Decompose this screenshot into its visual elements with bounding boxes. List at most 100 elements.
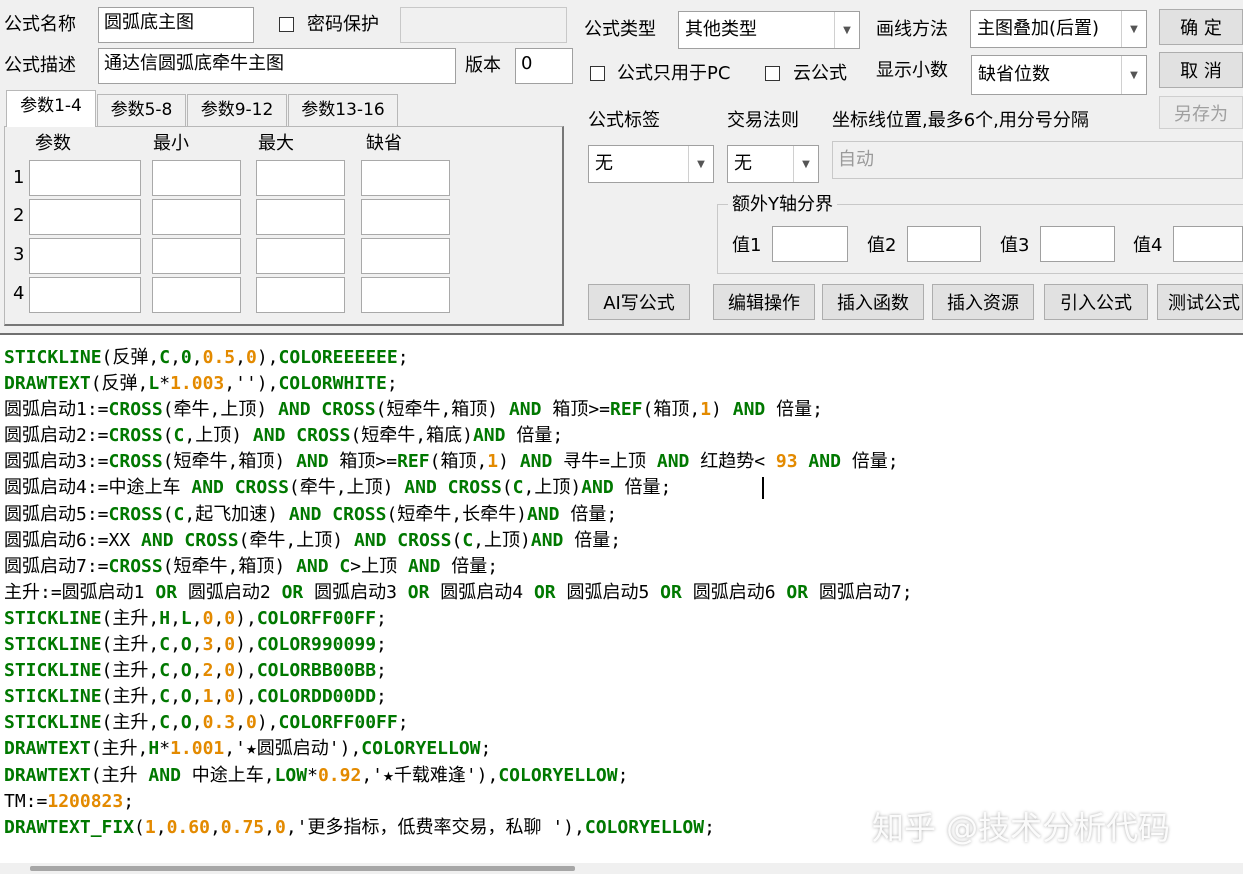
version-input[interactable]: 0 [515, 48, 573, 84]
code-line[interactable]: STICKLINE(主升,C,O,2,0),COLORBB00BB; [4, 658, 913, 684]
code-line[interactable]: 圆弧启动7:=CROSS(短牵牛,箱顶) AND C>上顶 AND 倍量; [4, 554, 913, 580]
tab-params-5-8[interactable]: 参数5-8 [97, 94, 186, 126]
param-3-default-input[interactable] [361, 238, 450, 274]
code-text-segment: , [191, 660, 203, 682]
param-2-max-input[interactable] [256, 199, 345, 235]
code-text-segment: * [159, 373, 171, 395]
import-formula-button[interactable]: 引入公式 [1044, 284, 1148, 320]
edit-operations-button[interactable]: 编辑操作 [713, 284, 815, 320]
code-line[interactable]: DRAWTEXT_FIX(1,0.60,0.75,0,'更多指标，低费率交易，私… [4, 815, 913, 841]
save-as-button[interactable]: 另存为 [1159, 96, 1243, 129]
code-line[interactable]: TM:=1200823; [4, 789, 913, 815]
code-text-segment: ,起飞加速) [184, 503, 289, 525]
code-text[interactable]: STICKLINE(反弹,C,0,0.5,0),COLOREEEEEE; DRAW… [4, 345, 913, 841]
insert-resource-button[interactable]: 插入资源 [932, 284, 1034, 320]
code-line[interactable]: 圆弧启动4:=中途上车 AND CROSS(牵牛,上顶) AND CROSS(C… [4, 475, 913, 501]
code-text-segment: , [170, 347, 181, 368]
code-line[interactable]: 圆弧启动3:=CROSS(短牵牛,箱顶) AND 箱顶>=REF(箱顶,1) A… [4, 449, 913, 475]
y-value-1-input[interactable] [772, 226, 848, 262]
chevron-down-icon[interactable]: ▼ [1121, 11, 1146, 47]
code-line[interactable]: 圆弧启动2:=CROSS(C,上顶) AND CROSS(短牵牛,箱底)AND … [4, 423, 913, 449]
param-2-name-input[interactable] [29, 199, 141, 235]
axis-position-input[interactable]: 自动 [832, 141, 1243, 179]
tab-params-13-16[interactable]: 参数13-16 [288, 94, 398, 126]
code-line[interactable]: 圆弧启动1:=CROSS(牵牛,上顶) AND CROSS(短牵牛,箱顶) AN… [4, 397, 913, 423]
decimals-select[interactable]: 缺省位数 ▼ [971, 55, 1147, 95]
formula-tag-label: 公式标签 [588, 110, 660, 131]
code-line[interactable]: STICKLINE(主升,C,O,0.3,0),COLORFF00FF; [4, 710, 913, 736]
code-editor[interactable]: STICKLINE(反弹,C,0,0.5,0),COLOREEEEEE; DRAW… [0, 333, 1243, 874]
code-line[interactable]: STICKLINE(主升,C,O,1,0),COLORDD00DD; [4, 684, 913, 710]
code-line[interactable]: 圆弧启动5:=CROSS(C,起飞加速) AND CROSS(短牵牛,长牵牛)A… [4, 502, 913, 528]
code-text-segment [329, 556, 340, 577]
param-1-min-input[interactable] [152, 160, 241, 196]
code-text-segment [311, 399, 322, 420]
code-keyword: AND [404, 477, 437, 499]
code-line[interactable]: 圆弧启动6:=XX AND CROSS(牵牛,上顶) AND CROSS(C,上… [4, 528, 913, 554]
param-4-name-input[interactable] [29, 277, 141, 313]
code-text-segment: 圆弧启动6:=XX [4, 529, 142, 551]
cloud-checkbox[interactable] [765, 66, 780, 81]
code-line[interactable]: STICKLINE(主升,H,L,0,0),COLORFF00FF; [4, 606, 913, 632]
code-text-segment: ) [498, 451, 520, 473]
pc-only-checkbox[interactable] [590, 66, 605, 81]
code-keyword: OR [660, 581, 682, 603]
chevron-down-icon[interactable]: ▼ [834, 12, 859, 48]
code-text-segment: ), [235, 686, 257, 708]
ok-button[interactable]: 确 定 [1159, 9, 1243, 45]
param-3-max-input[interactable] [256, 238, 345, 274]
code-text-segment: (主升, [101, 686, 160, 708]
param-1-name-input[interactable] [29, 160, 141, 196]
code-keyword: AND [252, 425, 286, 447]
code-line[interactable]: DRAWTEXT(反弹,L*1.003,''),COLORWHITE; [4, 371, 913, 397]
code-line[interactable]: 主升:=圆弧启动1 OR 圆弧启动2 OR 圆弧启动3 OR 圆弧启动4 OR … [4, 580, 913, 606]
y-value-2-label: 值2 [867, 235, 897, 256]
password-input[interactable] [400, 7, 567, 43]
param-3-min-input[interactable] [152, 238, 241, 274]
password-checkbox[interactable] [279, 17, 294, 32]
code-keyword: DRAWTEXT_FIX [4, 816, 135, 838]
param-3-name-input[interactable] [29, 238, 141, 274]
code-line[interactable]: DRAWTEXT(主升 AND 中途上车,LOW*0.92,'★千载难逢'),C… [4, 763, 913, 789]
tab-params-9-12[interactable]: 参数9-12 [187, 94, 287, 126]
formula-desc-input[interactable]: 通达信圆弧底牵牛主图 [98, 48, 456, 84]
formula-tag-select[interactable]: 无 ▼ [588, 145, 714, 183]
ai-write-button[interactable]: AI写公式 [588, 284, 690, 320]
chevron-down-icon[interactable]: ▼ [793, 146, 818, 182]
code-keyword: C [159, 660, 171, 682]
code-text-segment: ), [256, 712, 279, 734]
cancel-button[interactable]: 取 消 [1159, 52, 1243, 88]
param-2-default-input[interactable] [361, 199, 450, 235]
param-4-default-input[interactable] [361, 277, 450, 313]
code-line[interactable]: STICKLINE(主升,C,O,3,0),COLOR990099; [4, 632, 913, 658]
y-value-2-input[interactable] [907, 226, 981, 262]
code-text-segment: 箱顶>= [328, 451, 398, 473]
code-line[interactable]: DRAWTEXT(主升,H*1.001,'★圆弧启动'),COLORYELLOW… [4, 736, 913, 762]
code-keyword: DRAWTEXT [4, 373, 91, 395]
param-4-max-input[interactable] [256, 277, 345, 313]
param-4-min-input[interactable] [152, 277, 241, 313]
chevron-down-icon[interactable]: ▼ [688, 146, 713, 182]
watermark: 知乎 @技术分析代码 [872, 809, 1171, 847]
y-value-4-input[interactable] [1173, 226, 1243, 262]
param-1-max-input[interactable] [256, 160, 345, 196]
trade-rule-select[interactable]: 无 ▼ [727, 145, 819, 183]
code-keyword: DRAWTEXT [4, 738, 91, 760]
code-keyword: AND [732, 399, 766, 421]
trade-rule-value: 无 [734, 153, 752, 174]
code-keyword: C [173, 425, 185, 447]
draw-method-select[interactable]: 主图叠加(后置) ▼ [970, 10, 1147, 48]
tab-params-1-4[interactable]: 参数1-4 [6, 90, 96, 127]
y-value-3-input[interactable] [1040, 226, 1115, 262]
scrollbar-thumb[interactable] [30, 866, 575, 871]
test-formula-button[interactable]: 测试公式 [1157, 284, 1243, 320]
param-2-min-input[interactable] [152, 199, 241, 235]
formula-type-select[interactable]: 其他类型 ▼ [678, 11, 860, 49]
chevron-down-icon[interactable]: ▼ [1121, 56, 1146, 94]
formula-name-input[interactable]: 圆弧底主图 [98, 7, 254, 43]
param-1-default-input[interactable] [361, 160, 450, 196]
insert-function-button[interactable]: 插入函数 [822, 284, 924, 320]
code-line[interactable]: STICKLINE(反弹,C,0,0.5,0),COLOREEEEEE; [4, 345, 913, 371]
horizontal-scrollbar[interactable] [0, 863, 1243, 874]
draw-method-value: 主图叠加(后置) [977, 18, 1100, 39]
